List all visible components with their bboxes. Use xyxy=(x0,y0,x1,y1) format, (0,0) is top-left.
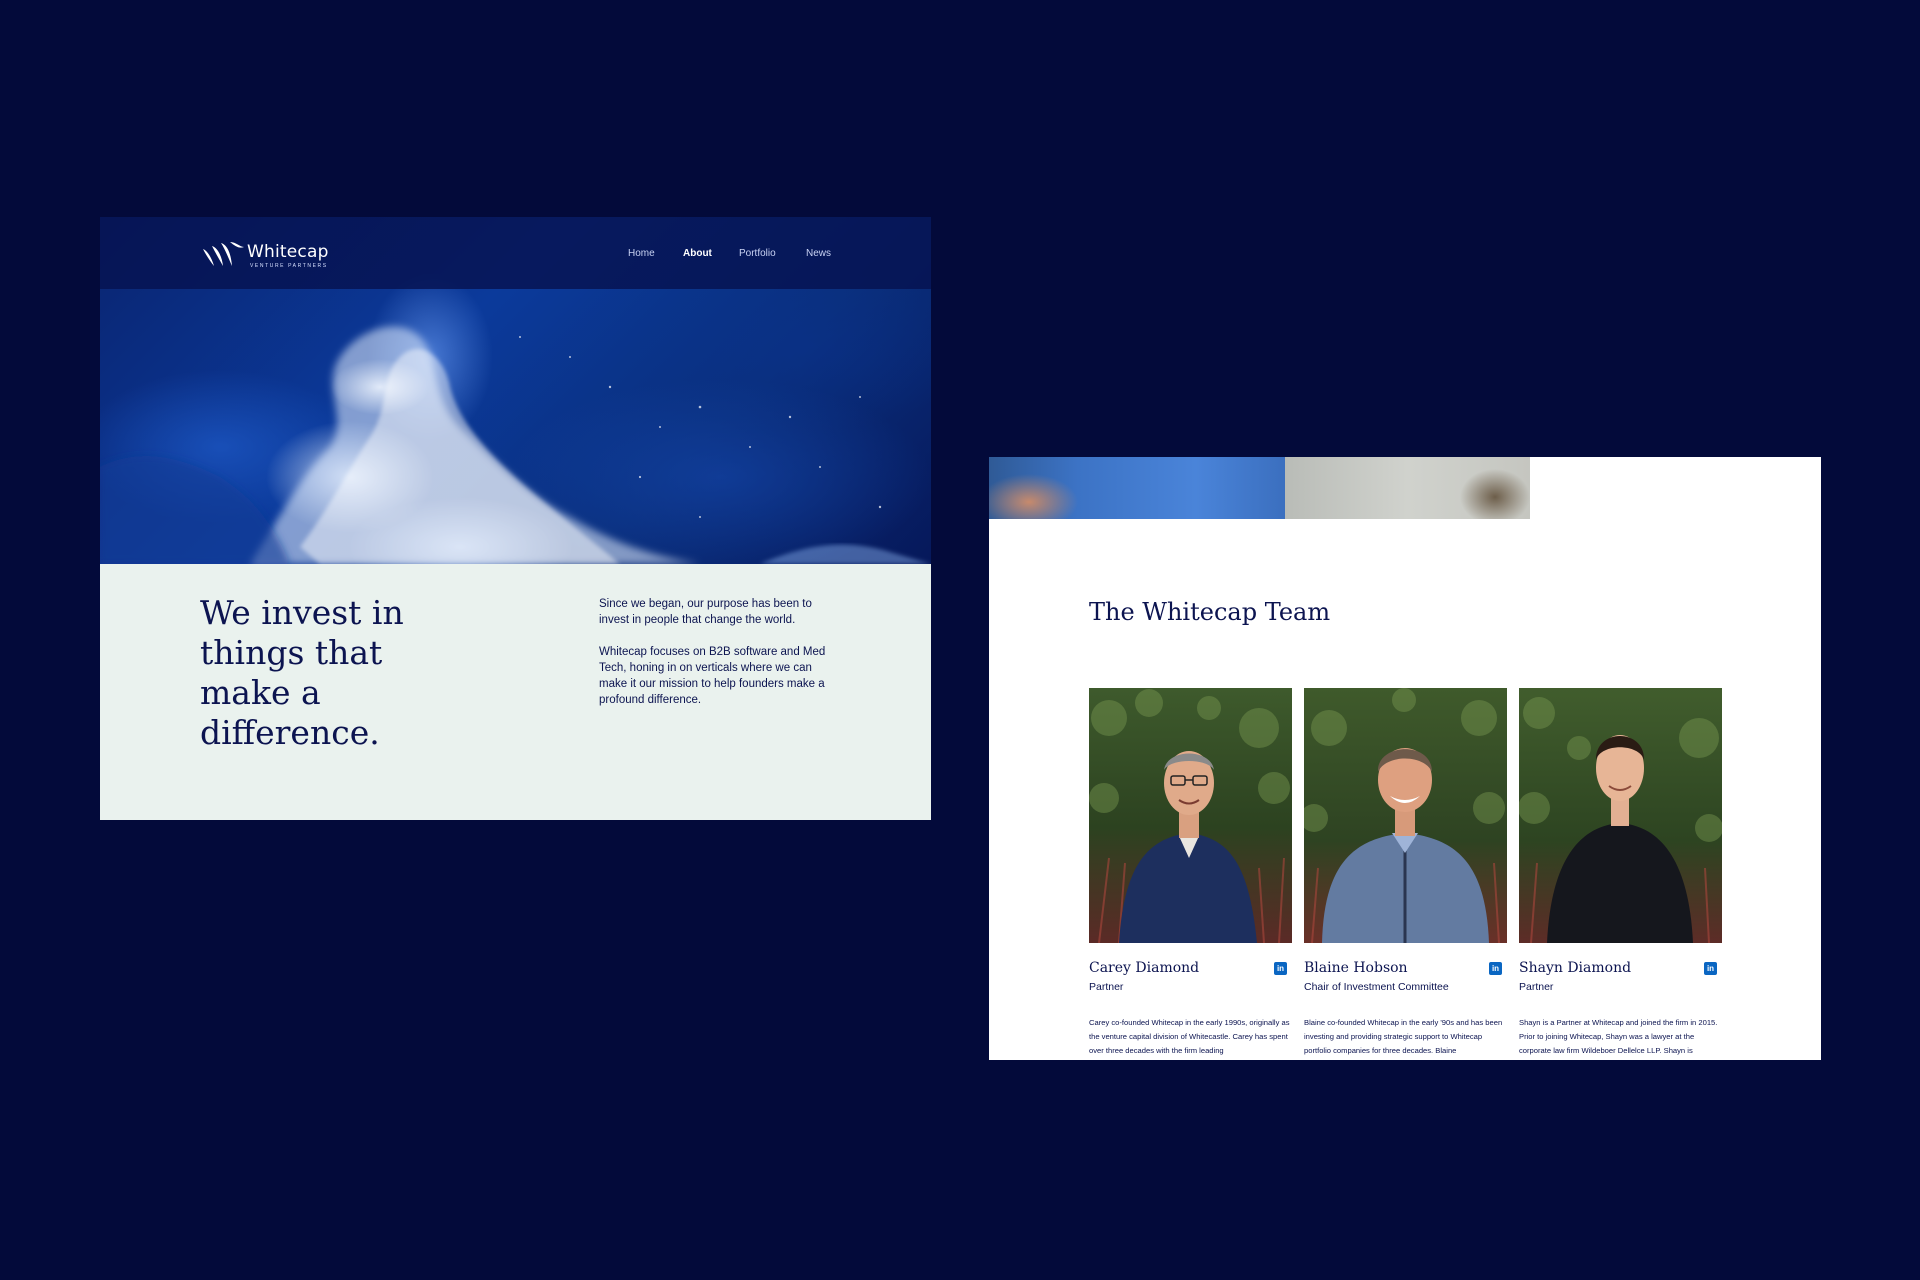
linkedin-icon[interactable]: in xyxy=(1489,962,1502,975)
team-section-title: The Whitecap Team xyxy=(1089,598,1331,626)
member-photo xyxy=(1519,688,1722,943)
nav-home[interactable]: Home xyxy=(628,248,655,259)
intro-paragraph: Whitecap focuses on B2B software and Med… xyxy=(599,646,826,706)
hero-wave-image: Whitecap VENTURE PARTNERS Home About Por… xyxy=(100,217,931,564)
member-name: Shayn Diamond xyxy=(1519,960,1632,976)
brand-name: Whitecap xyxy=(247,242,329,262)
team-page-card: The Whitecap Team Carey Diamond in Partn… xyxy=(989,457,1821,1060)
member-name: Blaine Hobson xyxy=(1304,960,1408,976)
intro-text: Since we began, our purpose has been to … xyxy=(599,596,839,724)
brand-logo[interactable]: Whitecap VENTURE PARTNERS xyxy=(200,239,340,273)
member-bio: Blaine co-founded Whitecap in the early … xyxy=(1304,1018,1503,1055)
member-name: Carey Diamond xyxy=(1089,960,1200,976)
site-header: Whitecap VENTURE PARTNERS Home About Por… xyxy=(100,217,931,289)
brand-tagline: VENTURE PARTNERS xyxy=(250,263,328,269)
linkedin-icon[interactable]: in xyxy=(1274,962,1287,975)
member-photo xyxy=(1304,688,1507,943)
intro-paragraph: Since we began, our purpose has been to … xyxy=(599,598,812,626)
photo-fragment xyxy=(1285,457,1530,519)
photo-fragment xyxy=(989,457,1285,519)
nav-portfolio[interactable]: Portfolio xyxy=(739,248,776,259)
nav-about[interactable]: About xyxy=(683,248,712,259)
linkedin-icon[interactable]: in xyxy=(1704,962,1717,975)
member-bio: Carey co-founded Whitecap in the early 1… xyxy=(1089,1018,1290,1055)
hero-headline: We invest in things that make a differen… xyxy=(200,593,404,752)
member-role: Chair of Investment Committee xyxy=(1304,981,1449,993)
member-role: Partner xyxy=(1089,981,1124,993)
nav-news[interactable]: News xyxy=(806,248,831,259)
about-page-card: Whitecap VENTURE PARTNERS Home About Por… xyxy=(100,217,931,820)
whitecap-wave-logo-icon xyxy=(203,242,244,266)
cropped-photo-strip xyxy=(989,457,1530,519)
member-role: Partner xyxy=(1519,981,1554,993)
member-photo xyxy=(1089,688,1292,943)
member-bio: Shayn is a Partner at Whitecap and joine… xyxy=(1519,1018,1718,1055)
